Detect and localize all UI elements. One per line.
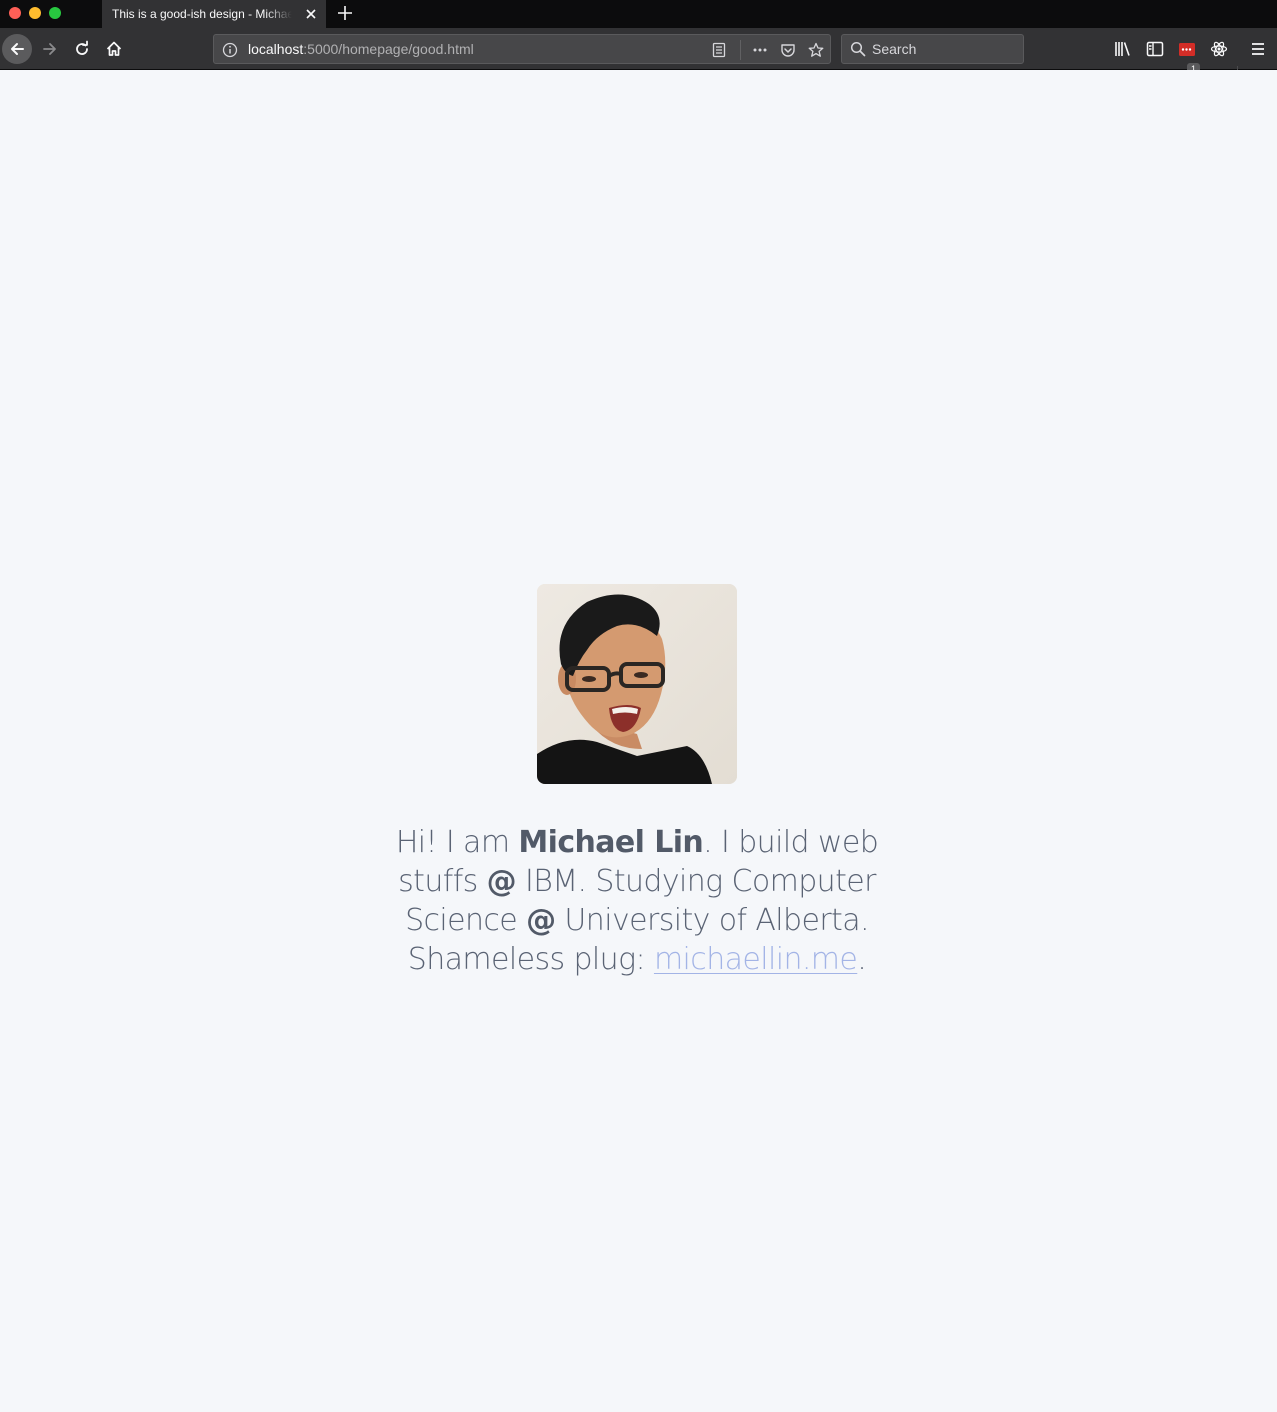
page-actions-icon[interactable] xyxy=(752,42,768,58)
search-icon xyxy=(850,41,866,57)
hamburger-menu-icon[interactable] xyxy=(1249,40,1267,58)
sidebar-icon[interactable] xyxy=(1146,40,1164,58)
reader-view-icon[interactable] xyxy=(711,42,727,58)
avatar xyxy=(537,584,737,784)
tab-bar: This is a good-ish design - Michael xyxy=(0,0,1277,28)
author-name: Michael Lin xyxy=(518,825,704,860)
new-tab-icon[interactable] xyxy=(336,4,354,22)
url-bar-divider xyxy=(740,40,741,60)
reload-icon xyxy=(76,40,88,55)
active-tab[interactable]: This is a good-ish design - Michael xyxy=(102,0,326,28)
bio-intro: Hi! I am xyxy=(395,825,519,860)
page-content: Hi! I am Michael Lin. I build web stuffs… xyxy=(0,70,1277,1412)
bio-end: . xyxy=(857,942,867,977)
react-devtools-icon[interactable] xyxy=(1210,40,1228,58)
reload-button[interactable] xyxy=(66,28,98,70)
profile-photo xyxy=(537,584,737,784)
address-bar[interactable]: localhost:5000/homepage/good.html xyxy=(213,34,831,64)
url-path: :5000/homepage/good.html xyxy=(303,41,474,57)
lastpass-extension-icon[interactable] xyxy=(1178,40,1196,58)
forward-button[interactable] xyxy=(34,28,66,70)
url-host: localhost xyxy=(248,41,304,57)
forward-arrow-icon xyxy=(43,43,56,55)
bookmark-star-icon[interactable] xyxy=(808,42,824,58)
library-icon[interactable] xyxy=(1114,40,1132,58)
search-bar[interactable]: Search xyxy=(841,34,1024,64)
personal-site-link[interactable]: michaellin.me xyxy=(654,942,858,977)
close-window-button[interactable] xyxy=(9,7,21,19)
back-button[interactable] xyxy=(1,28,33,70)
bio-text: Hi! I am Michael Lin. I build web stuffs… xyxy=(365,823,909,979)
home-icon xyxy=(106,41,122,56)
pocket-icon[interactable] xyxy=(780,42,796,58)
back-arrow-icon xyxy=(11,43,24,55)
at-symbol-2: @ xyxy=(526,903,556,938)
maximize-window-button[interactable] xyxy=(49,7,61,19)
minimize-window-button[interactable] xyxy=(29,7,41,19)
home-button[interactable] xyxy=(98,28,130,70)
site-info-icon[interactable] xyxy=(222,42,238,58)
navigation-toolbar: localhost:5000/homepage/good.html Search xyxy=(0,28,1277,88)
search-placeholder: Search xyxy=(872,41,917,57)
at-symbol-1: @ xyxy=(486,864,517,899)
tab-title: This is a good-ish design - Michael xyxy=(112,7,292,21)
close-tab-icon[interactable] xyxy=(304,7,318,21)
url-text[interactable]: localhost:5000/homepage/good.html xyxy=(248,35,474,63)
